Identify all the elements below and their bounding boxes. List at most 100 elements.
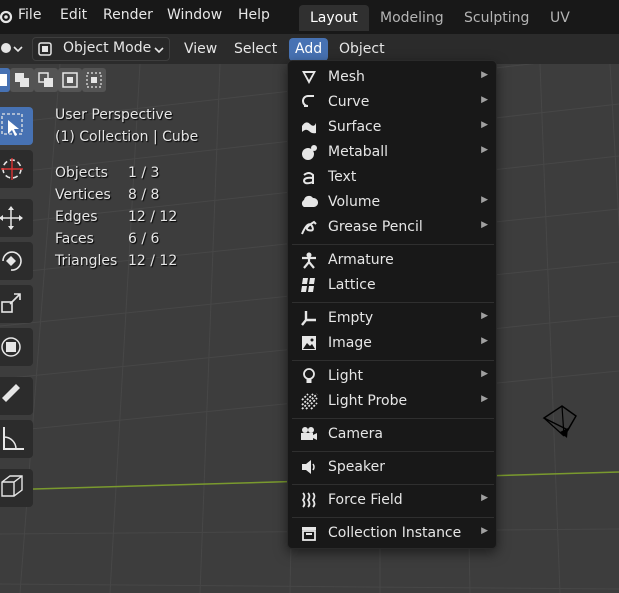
stat-value: 12 / 12 bbox=[128, 209, 178, 225]
menu-item-curve[interactable]: Curve ▶ bbox=[292, 90, 494, 115]
select-invert-icon bbox=[62, 72, 78, 88]
menu-separator bbox=[292, 360, 494, 361]
menu-item-light-probe[interactable]: Light Probe ▶ bbox=[292, 389, 494, 414]
menu-separator bbox=[292, 451, 494, 452]
tool-transform[interactable] bbox=[0, 328, 33, 366]
volume-icon bbox=[301, 195, 318, 207]
menu-item-label: Collection Instance bbox=[328, 525, 462, 541]
select-mode-invert-button[interactable] bbox=[58, 68, 82, 92]
tool-select-box[interactable] bbox=[0, 107, 33, 145]
menu-object[interactable]: Object bbox=[333, 38, 391, 61]
stat-label: Faces bbox=[55, 231, 94, 247]
editor-type-button[interactable] bbox=[0, 38, 24, 60]
active-object-info: (1) Collection | Cube bbox=[55, 129, 199, 145]
tool-rotate[interactable] bbox=[0, 242, 33, 280]
lattice-icon bbox=[301, 278, 315, 292]
menu-separator bbox=[292, 517, 494, 518]
tool-measure[interactable] bbox=[0, 420, 33, 458]
measure-icon bbox=[3, 427, 24, 450]
stat-label: Triangles bbox=[55, 253, 118, 269]
menu-item-label: Grease Pencil bbox=[328, 219, 423, 235]
submenu-arrow-icon: ▶ bbox=[481, 95, 488, 105]
menu-select[interactable]: Select bbox=[228, 38, 283, 61]
submenu-arrow-icon: ▶ bbox=[481, 526, 488, 536]
menu-item-volume[interactable]: Volume ▶ bbox=[292, 190, 494, 215]
menu-item-speaker[interactable]: Speaker bbox=[292, 455, 494, 480]
tool-annotate[interactable] bbox=[0, 377, 33, 415]
transform-icon bbox=[1, 337, 21, 357]
menu-item-armature[interactable]: Armature bbox=[292, 248, 494, 273]
menu-item-label: Volume bbox=[328, 194, 381, 210]
submenu-arrow-icon: ▶ bbox=[481, 120, 488, 130]
menu-item-lattice[interactable]: Lattice bbox=[292, 273, 494, 298]
submenu-arrow-icon: ▶ bbox=[481, 145, 488, 155]
submenu-arrow-icon: ▶ bbox=[481, 220, 488, 230]
menu-item-camera[interactable]: Camera bbox=[292, 422, 494, 447]
light-probe-icon bbox=[301, 393, 318, 410]
menu-item-label: Armature bbox=[328, 252, 394, 268]
menu-item-label: Light Probe bbox=[328, 393, 408, 409]
menu-window[interactable]: Window bbox=[167, 7, 222, 23]
menu-item-collection-instance[interactable]: Collection Instance ▶ bbox=[292, 521, 494, 546]
select-mode-intersect-button[interactable] bbox=[82, 68, 106, 92]
mode-selector[interactable]: Object Mode bbox=[32, 37, 170, 61]
mode-label: Object Mode bbox=[63, 40, 152, 56]
surface-icon bbox=[302, 122, 316, 134]
tool-move[interactable] bbox=[0, 199, 33, 237]
menu-item-label: Empty bbox=[328, 310, 374, 326]
select-mode-subtract-button[interactable] bbox=[34, 68, 58, 92]
speaker-icon bbox=[302, 460, 315, 474]
menu-item-label: Text bbox=[328, 169, 357, 185]
tool-scale[interactable] bbox=[0, 285, 33, 323]
menu-item-text[interactable]: Text bbox=[292, 165, 494, 190]
select-subtract-icon bbox=[38, 72, 53, 87]
menu-item-label: Surface bbox=[328, 119, 382, 135]
menu-separator bbox=[292, 418, 494, 419]
menu-item-mesh[interactable]: Mesh ▶ bbox=[292, 65, 494, 90]
armature-icon bbox=[302, 252, 316, 269]
menu-view[interactable]: View bbox=[178, 38, 223, 61]
view-name: User Perspective bbox=[55, 107, 173, 123]
move-icon bbox=[0, 206, 23, 230]
tab-uv-editing[interactable]: UV Editing bbox=[539, 5, 619, 52]
tool-cursor[interactable] bbox=[0, 150, 33, 188]
menu-item-light[interactable]: Light ▶ bbox=[292, 364, 494, 389]
submenu-arrow-icon: ▶ bbox=[481, 70, 488, 80]
view3d-icon bbox=[1, 43, 23, 53]
force-field-icon bbox=[301, 492, 316, 508]
chevron-down-icon bbox=[154, 47, 164, 54]
menu-file[interactable]: File bbox=[18, 7, 41, 23]
menu-help[interactable]: Help bbox=[238, 7, 270, 23]
mesh-icon bbox=[302, 71, 316, 84]
menu-item-image[interactable]: Image ▶ bbox=[292, 331, 494, 356]
annotate-pencil-icon bbox=[2, 384, 20, 402]
submenu-arrow-icon: ▶ bbox=[481, 195, 488, 205]
select-mode-new-button[interactable] bbox=[0, 68, 10, 92]
menu-item-empty[interactable]: Empty ▶ bbox=[292, 306, 494, 331]
menu-item-surface[interactable]: Surface ▶ bbox=[292, 115, 494, 140]
tab-modeling[interactable]: Modeling bbox=[369, 5, 455, 31]
menu-render[interactable]: Render bbox=[103, 7, 153, 23]
menu-item-label: Camera bbox=[328, 426, 383, 442]
camera-object-icon[interactable] bbox=[540, 402, 580, 442]
top-menu-bar: File Edit Render Window Help Layout Mode… bbox=[0, 0, 619, 52]
metaball-icon bbox=[302, 145, 317, 160]
menu-item-label: Light bbox=[328, 368, 363, 384]
menu-item-force-field[interactable]: Force Field ▶ bbox=[292, 488, 494, 513]
menu-item-grease-pencil[interactable]: Grease Pencil ▶ bbox=[292, 215, 494, 240]
menu-item-label: Force Field bbox=[328, 492, 403, 508]
menu-edit[interactable]: Edit bbox=[60, 7, 87, 23]
stat-label: Vertices bbox=[55, 187, 111, 203]
stat-value: 12 / 12 bbox=[128, 253, 178, 269]
blender-logo-icon[interactable] bbox=[0, 6, 14, 26]
tab-layout[interactable]: Layout bbox=[299, 5, 369, 31]
menu-separator bbox=[292, 484, 494, 485]
tab-sculpting[interactable]: Sculpting bbox=[453, 5, 540, 31]
tool-add-cube[interactable] bbox=[0, 469, 33, 507]
menu-add[interactable]: Add bbox=[289, 38, 329, 61]
select-mode-extend-button[interactable] bbox=[10, 68, 34, 92]
select-extend-icon bbox=[15, 73, 29, 87]
text-icon bbox=[302, 172, 314, 185]
submenu-arrow-icon: ▶ bbox=[481, 336, 488, 346]
menu-item-metaball[interactable]: Metaball ▶ bbox=[292, 140, 494, 165]
